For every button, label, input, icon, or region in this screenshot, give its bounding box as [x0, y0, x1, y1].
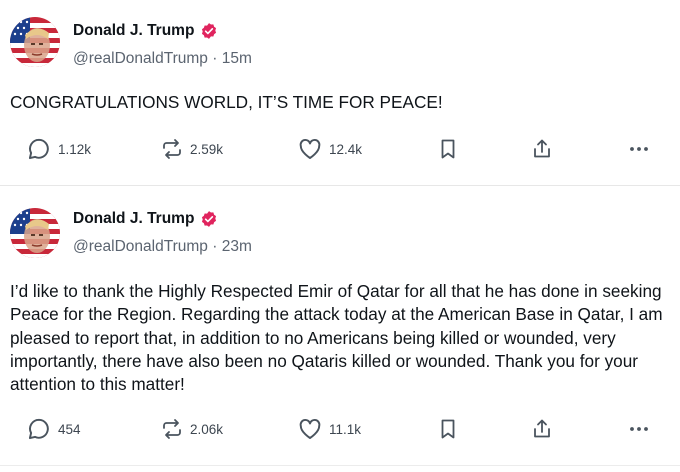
repost-arrows-icon	[163, 139, 181, 159]
more-dots-icon	[630, 147, 648, 151]
reply-button[interactable]: 1.12k	[26, 134, 91, 164]
like-count: 11.1k	[329, 421, 362, 437]
separator: ·	[212, 238, 218, 255]
bookmark-icon	[441, 139, 455, 159]
more-button[interactable]	[627, 134, 651, 164]
post-time[interactable]: 23m	[222, 238, 252, 255]
author-row: Donald J. Trump	[73, 210, 218, 228]
share-button[interactable]	[530, 414, 554, 444]
avatar-flag-portrait-icon	[10, 208, 60, 258]
action-bar: 1.12k 2.59k 12.4k	[0, 134, 680, 164]
post-text: I’d like to thank the Highly Respected E…	[10, 281, 663, 395]
reply-count: 454	[58, 421, 81, 437]
like-button[interactable]: 11.1k	[297, 414, 361, 444]
share-button[interactable]	[530, 134, 554, 164]
reply-button[interactable]: 454	[26, 414, 81, 444]
like-button[interactable]: 12.4k	[297, 134, 362, 164]
author-row: Donald J. Trump	[73, 22, 218, 40]
post-text: CONGRATULATIONS WORLD, IT’S TIME FOR PEA…	[10, 92, 443, 112]
share-upload-icon	[534, 139, 550, 158]
handle-row: @realDonaldTrump · 23m	[73, 238, 252, 256]
more-button[interactable]	[627, 414, 651, 444]
repost-button[interactable]: 2.59k	[160, 134, 223, 164]
reply-count: 1.12k	[58, 141, 92, 157]
author-name[interactable]: Donald J. Trump	[73, 210, 194, 228]
post-2: Donald J. Trump @realDonaldTrump · 23m I…	[0, 187, 680, 472]
avatar[interactable]	[10, 17, 60, 67]
handle-row: @realDonaldTrump · 15m	[73, 50, 252, 68]
avatar-flag-portrait-icon	[10, 17, 60, 67]
bookmark-icon	[441, 419, 455, 439]
verified-badge-icon	[202, 211, 217, 227]
separator: ·	[212, 50, 218, 67]
share-upload-icon	[534, 419, 550, 438]
reply-bubble-icon	[28, 418, 49, 440]
repost-count: 2.06k	[190, 421, 224, 437]
verified-badge-icon	[202, 23, 217, 39]
avatar[interactable]	[10, 208, 60, 258]
like-count: 12.4k	[329, 141, 363, 157]
post-divider-bottom	[0, 465, 680, 466]
heart-icon	[299, 138, 321, 159]
bookmark-button[interactable]	[436, 134, 460, 164]
repost-arrows-icon	[163, 419, 181, 439]
author-handle[interactable]: @realDonaldTrump	[73, 238, 208, 255]
repost-button[interactable]: 2.06k	[160, 414, 223, 444]
post-1: Donald J. Trump @realDonaldTrump · 15m C…	[0, 0, 680, 186]
more-dots-icon	[630, 427, 648, 431]
heart-icon	[299, 418, 321, 439]
repost-count: 2.59k	[190, 141, 224, 157]
action-bar: 454 2.06k 11.1k	[0, 414, 680, 444]
post-divider	[0, 185, 680, 186]
post-time[interactable]: 15m	[222, 50, 252, 67]
author-handle[interactable]: @realDonaldTrump	[73, 50, 208, 67]
reply-bubble-icon	[28, 138, 49, 160]
author-name[interactable]: Donald J. Trump	[73, 22, 194, 40]
bookmark-button[interactable]	[436, 414, 460, 444]
